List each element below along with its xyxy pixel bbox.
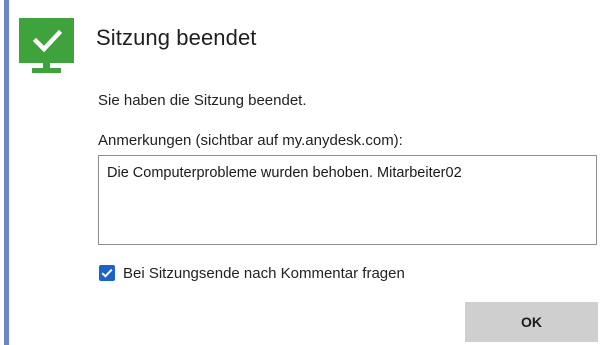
session-ended-message: Sie haben die Sitzung beendet. (98, 92, 307, 109)
notes-textarea[interactable]: Die Computerprobleme wurden behoben. Mit… (98, 155, 597, 245)
ask-comment-label[interactable]: Bei Sitzungsende nach Kommentar fragen (123, 265, 405, 282)
ok-button[interactable]: OK (465, 302, 598, 342)
dialog-title: Sitzung beendet (96, 25, 257, 50)
monitor-check-icon (19, 18, 74, 74)
accent-bar (4, 0, 9, 345)
ask-comment-checkbox[interactable] (99, 265, 115, 281)
ask-comment-option[interactable]: Bei Sitzungsende nach Kommentar fragen (99, 263, 405, 283)
checkmark-icon (101, 268, 113, 278)
notes-label: Anmerkungen (sichtbar auf my.anydesk.com… (98, 132, 403, 149)
